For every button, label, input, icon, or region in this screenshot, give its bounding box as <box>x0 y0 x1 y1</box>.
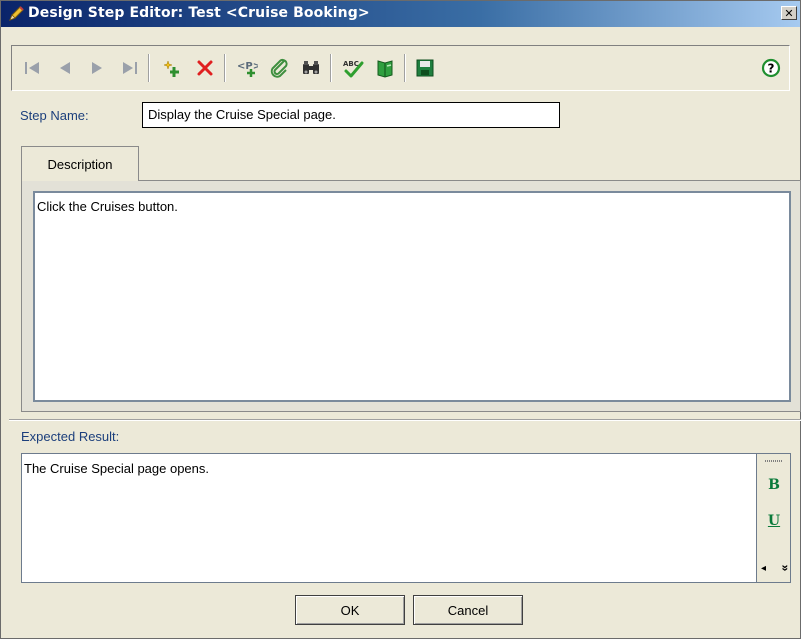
ok-button-label: OK <box>340 602 360 618</box>
new-step-button[interactable] <box>160 55 186 81</box>
last-icon <box>123 62 137 74</box>
help-icon: ? <box>761 58 781 78</box>
insert-parameter-button[interactable]: <P> <box>234 55 260 81</box>
underline-button[interactable]: U <box>763 510 785 532</box>
toolbar-separator <box>330 54 332 82</box>
window-title: Design Step Editor: Test <Cruise Booking… <box>28 5 370 21</box>
previous-icon <box>60 62 70 74</box>
delete-icon <box>197 60 213 76</box>
title-bar[interactable]: Design Step Editor: Test <Cruise Booking… <box>1 1 800 27</box>
paperclip-icon <box>270 58 288 78</box>
step-name-label: Step Name: <box>20 108 89 123</box>
previous-record-button[interactable] <box>52 55 78 81</box>
delete-step-button[interactable] <box>192 55 218 81</box>
cancel-button-label: Cancel <box>447 602 489 618</box>
thesaurus-button[interactable] <box>372 55 398 81</box>
check-spelling-button[interactable]: ABC <box>340 55 366 81</box>
format-toolbar: B U ◂ » <box>757 453 793 583</box>
attachments-button[interactable] <box>266 55 292 81</box>
toolbar-separator <box>404 54 406 82</box>
pane-splitter[interactable] <box>9 419 801 421</box>
expected-result-textarea[interactable]: The Cruise Special page opens. <box>21 453 757 583</box>
find-button[interactable] <box>298 55 324 81</box>
binoculars-icon <box>303 61 319 74</box>
new-step-icon <box>163 60 179 77</box>
svg-text:ABC: ABC <box>343 60 359 68</box>
pencil-icon <box>7 5 25 23</box>
toolbar-grip[interactable] <box>765 460 783 462</box>
help-button[interactable]: ? <box>758 55 784 81</box>
close-icon: ✕ <box>784 6 794 20</box>
ok-button[interactable]: OK <box>295 595 405 625</box>
floppy-disk-icon <box>416 59 434 77</box>
next-record-button[interactable] <box>84 55 110 81</box>
tab-description-label: Description <box>47 156 113 172</box>
step-name-input[interactable]: Display the Cruise Special page. <box>142 102 560 128</box>
last-record-button[interactable] <box>116 55 142 81</box>
toolbar: <P> ABC ? <box>11 45 790 91</box>
save-button[interactable] <box>412 55 438 81</box>
svg-text:<P>: <P> <box>237 61 258 72</box>
spell-check-icon: ABC <box>343 60 364 78</box>
more-options-button[interactable]: ◂ » <box>761 560 793 576</box>
close-button[interactable]: ✕ <box>781 6 797 20</box>
first-record-button[interactable] <box>20 55 46 81</box>
chevron-double-down-icon: » <box>778 564 793 572</box>
chevron-left-icon: ◂ <box>761 562 767 574</box>
book-icon <box>377 60 393 78</box>
insert-parameter-icon: <P> <box>237 61 258 77</box>
next-icon <box>92 62 102 74</box>
description-textarea[interactable]: Click the Cruises button. <box>33 191 791 402</box>
first-icon <box>25 62 39 74</box>
svg-text:?: ? <box>768 62 775 76</box>
expected-result-label: Expected Result: <box>21 429 120 444</box>
toolbar-separator <box>148 54 150 82</box>
toolbar-separator <box>224 54 226 82</box>
design-step-editor-window: Design Step Editor: Test <Cruise Booking… <box>0 0 801 639</box>
bold-button[interactable]: B <box>763 474 785 496</box>
tab-description[interactable]: Description <box>21 146 139 181</box>
cancel-button[interactable]: Cancel <box>413 595 523 625</box>
